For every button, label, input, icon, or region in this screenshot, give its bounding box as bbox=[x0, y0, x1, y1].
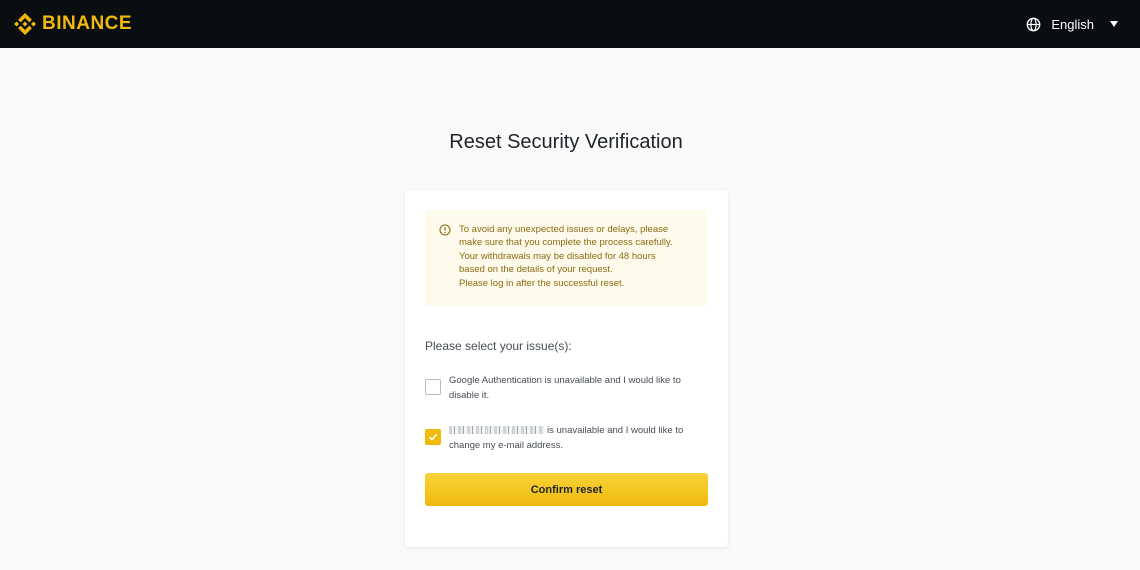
issue-select-label: Please select your issue(s): bbox=[425, 339, 572, 353]
page-title: Reset Security Verification bbox=[449, 131, 683, 153]
notice-line: To avoid any unexpected issues or delays… bbox=[459, 224, 669, 235]
caret-down-icon bbox=[1110, 21, 1118, 27]
option-text: Google Authentication is unavailable and… bbox=[449, 375, 681, 401]
language-selector[interactable]: English bbox=[1026, 17, 1118, 32]
option-text-email: is unavailable and I would like to chang… bbox=[449, 423, 707, 453]
notice-line: based on the details of your request. bbox=[459, 264, 613, 276]
notice-line: Your withdrawals may be disabled for 48 … bbox=[459, 250, 656, 262]
brand-name: BINANCE bbox=[42, 13, 133, 34]
notice-line: Please log in after the successful reset… bbox=[459, 277, 625, 289]
binance-logo-icon bbox=[14, 13, 36, 35]
reset-card: To avoid any unexpected issues or delays… bbox=[405, 190, 728, 547]
globe-icon bbox=[1026, 17, 1041, 31]
redacted-text bbox=[449, 426, 544, 435]
checkbox-google-auth[interactable] bbox=[425, 379, 441, 395]
notice-line: make sure that you complete the process … bbox=[459, 237, 673, 249]
language-label: English bbox=[1051, 16, 1094, 32]
checkmark-icon bbox=[428, 433, 438, 441]
info-circle-icon bbox=[439, 224, 451, 236]
issue-option-google-auth[interactable]: Google Authentication is unavailable and… bbox=[425, 373, 707, 403]
checkbox-email[interactable] bbox=[425, 429, 441, 445]
issue-option-email[interactable]: is unavailable and I would like to chang… bbox=[425, 423, 707, 453]
top-bar: BINANCE English bbox=[0, 0, 1140, 48]
binance-logo[interactable]: BINANCE bbox=[14, 13, 132, 35]
confirm-reset-button[interactable]: Confirm reset bbox=[425, 473, 708, 506]
warning-notice: To avoid any unexpected issues or delays… bbox=[425, 210, 707, 306]
